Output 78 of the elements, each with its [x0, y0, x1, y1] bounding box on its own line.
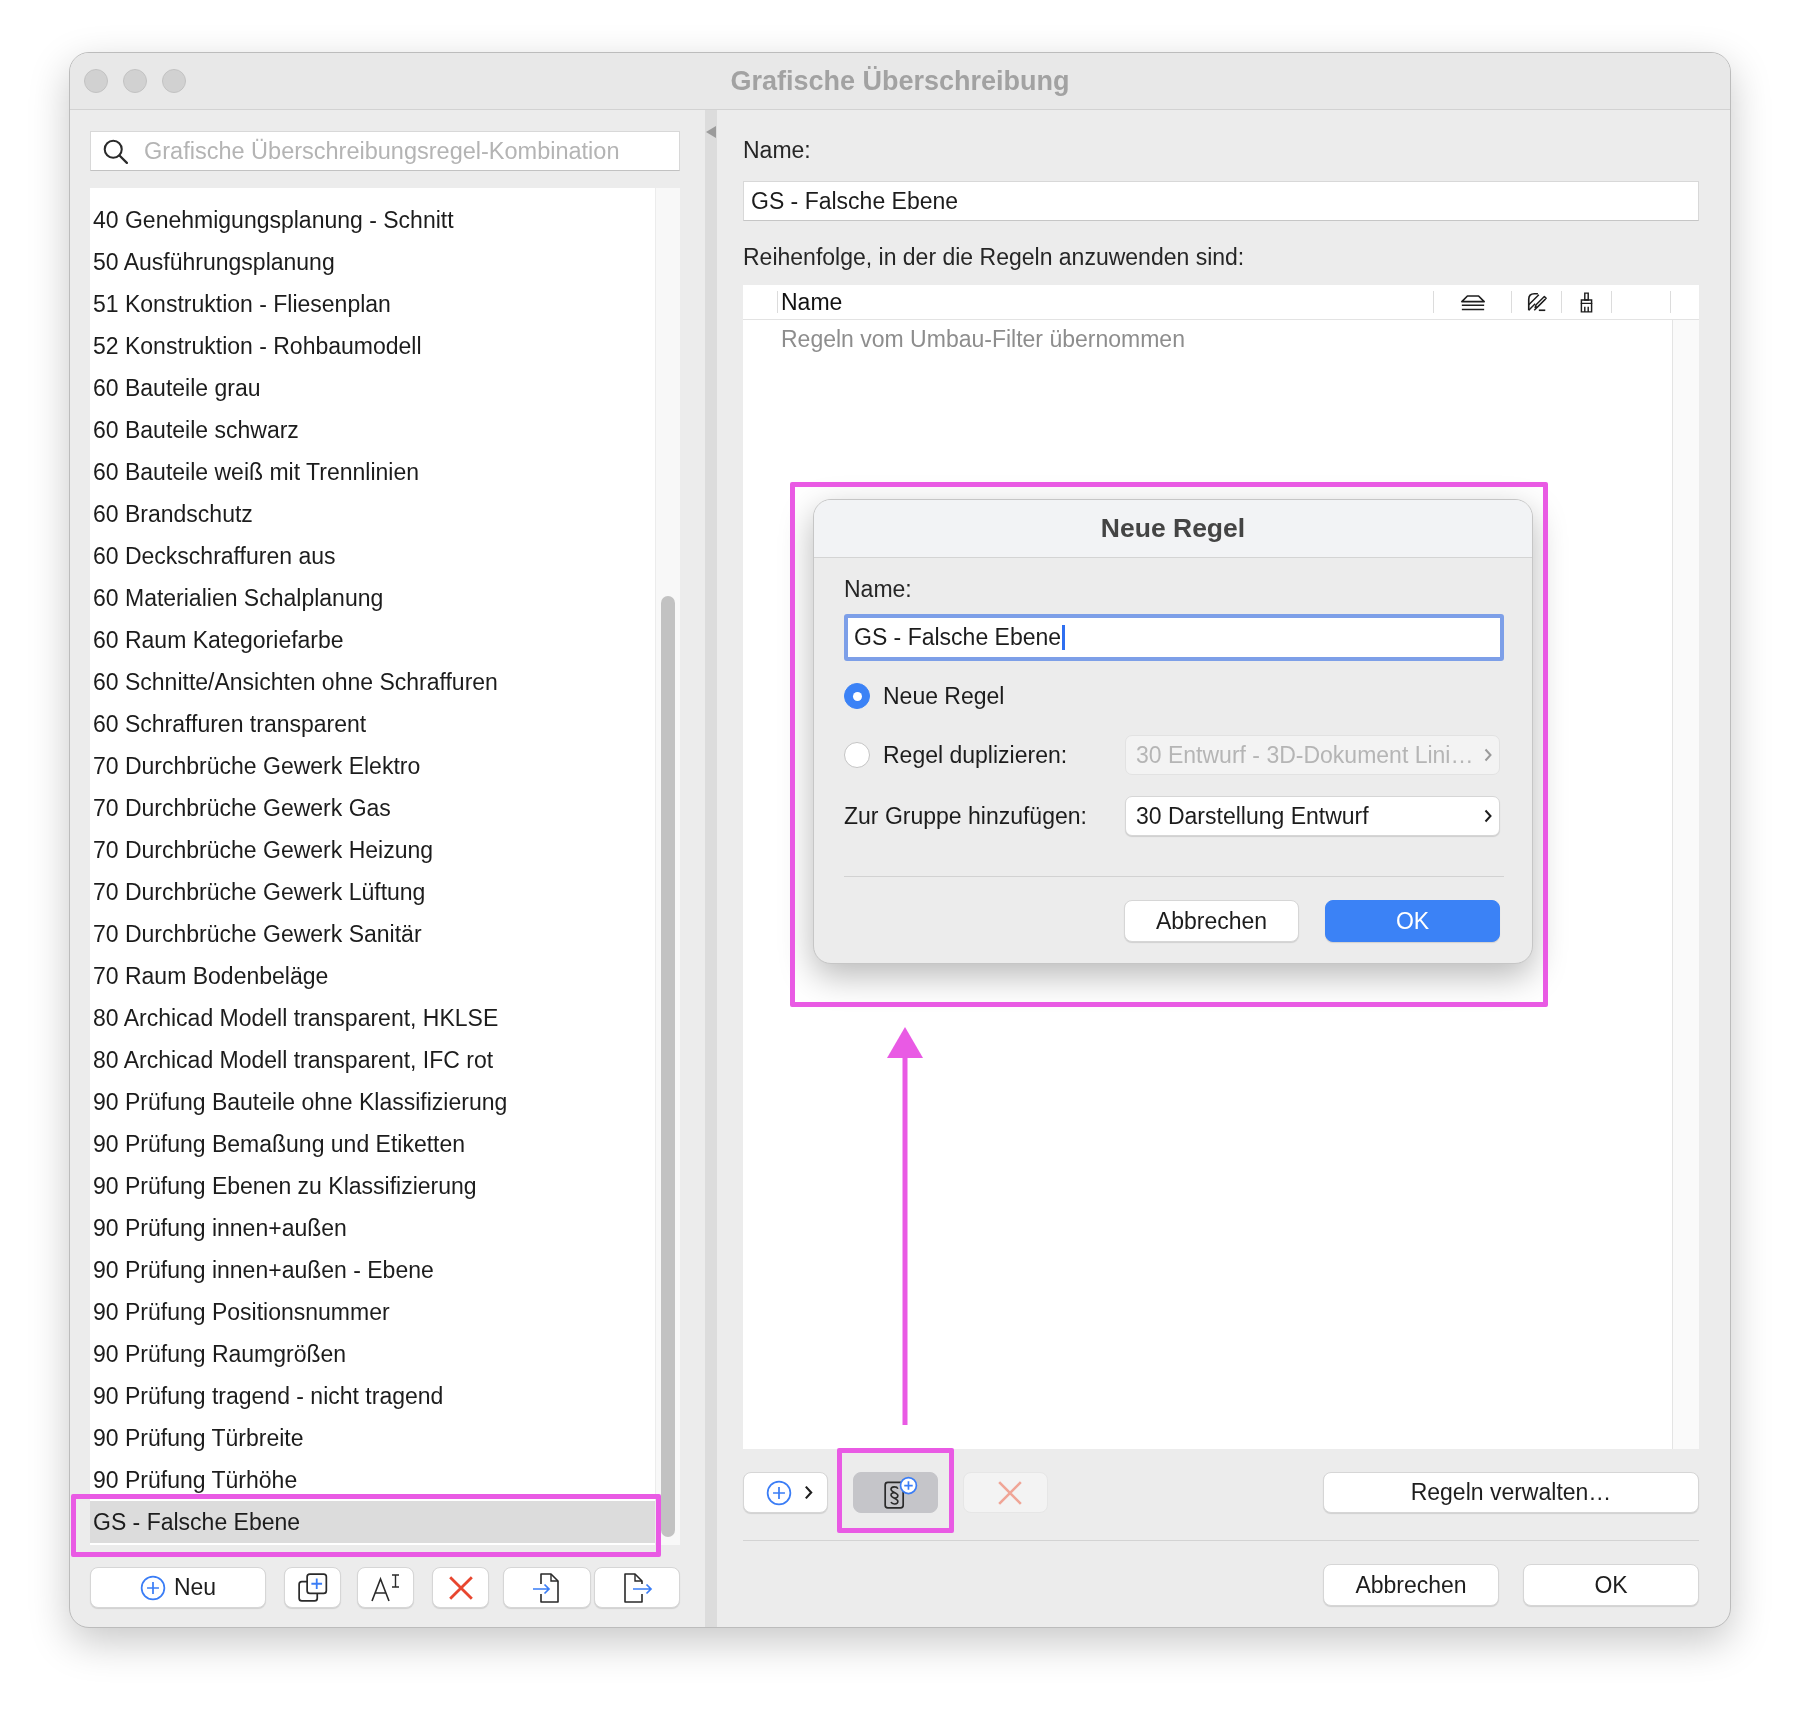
cancel-button[interactable]: Abbrechen — [1124, 900, 1299, 942]
rename-button[interactable] — [357, 1567, 414, 1608]
cross-icon — [447, 1574, 474, 1601]
delete-button[interactable] — [432, 1567, 489, 1608]
list-item[interactable]: 90 Prüfung innen+außen - Ebene — [90, 1249, 655, 1291]
radio-button[interactable] — [844, 683, 870, 709]
list-item[interactable]: 70 Durchbrüche Gewerk Sanitär — [90, 913, 655, 955]
duplicate-icon — [296, 1571, 329, 1604]
list-item[interactable]: 60 Schraffuren transparent — [90, 703, 655, 745]
duplicate-button[interactable] — [284, 1567, 341, 1608]
ok-button[interactable]: OK — [1325, 900, 1500, 942]
list-item[interactable]: 80 Archicad Modell transparent, HKLSE — [90, 997, 655, 1039]
list-item[interactable]: 40 Genehmigungsplanung - Schnitt — [90, 199, 655, 241]
search-icon — [103, 138, 128, 164]
list-item[interactable]: 70 Durchbrüche Gewerk Gas — [90, 787, 655, 829]
plus-circle-icon — [766, 1479, 792, 1506]
list-item[interactable]: 70 Durchbrüche Gewerk Lüftung — [90, 871, 655, 913]
radio-button[interactable] — [844, 742, 870, 768]
radio-label[interactable]: Regel duplizieren: — [883, 741, 1068, 769]
list-item[interactable]: 70 Durchbrüche Gewerk Elektro — [90, 745, 655, 787]
dialog-title: Neue Regel — [1100, 513, 1246, 544]
list-item[interactable]: 90 Prüfung Raumgrößen — [90, 1333, 655, 1375]
list-item[interactable]: 70 Durchbrüche Gewerk Heizung — [90, 829, 655, 871]
list-item[interactable]: 90 Prüfung Türbreite — [90, 1417, 655, 1459]
column-header[interactable]: Name — [778, 288, 843, 316]
radio-label[interactable]: Neue Regel — [883, 682, 1005, 710]
list-item[interactable]: 60 Deckschraffuren aus — [90, 535, 655, 577]
name-field[interactable]: GS - Falsche Ebene — [743, 181, 1699, 221]
new-button[interactable]: Neu — [90, 1567, 266, 1608]
list-item[interactable]: 90 Prüfung Positionsnummer — [90, 1291, 655, 1333]
list-item[interactable]: 90 Prüfung Bemaßung und Etiketten — [90, 1123, 655, 1165]
list-item[interactable]: 90 Prüfung Ebenen zu Klassifizierung — [90, 1165, 655, 1207]
ok-button[interactable]: OK — [1523, 1564, 1699, 1606]
import-button[interactable] — [503, 1567, 591, 1608]
scrollbar-thumb[interactable] — [661, 596, 675, 1537]
group-popup-button[interactable]: 30 Darstellung Entwurf — [1125, 796, 1500, 836]
name-input-field[interactable]: GS - Falsche Ebene — [844, 614, 1504, 661]
hatch-pencil-icon[interactable] — [1525, 291, 1548, 313]
group-label: Zur Gruppe hinzufügen: — [844, 802, 1088, 830]
cross-icon — [996, 1479, 1023, 1506]
list-item[interactable]: 80 Archicad Modell transparent, IFC rot — [90, 1039, 655, 1081]
name-label: Name: — [743, 138, 811, 162]
list-item[interactable]: 90 Prüfung tragend - nicht tragend — [90, 1375, 655, 1417]
name-label: Name: — [844, 577, 912, 601]
list-item[interactable]: 60 Materialien Schalplanung — [90, 577, 655, 619]
brush-icon[interactable] — [1578, 290, 1595, 314]
list-item[interactable]: 90 Prüfung innen+außen — [90, 1207, 655, 1249]
list-item[interactable]: 60 Bauteile schwarz — [90, 409, 655, 451]
add-rule-menu-button[interactable] — [743, 1472, 828, 1513]
chevron-icon — [804, 1485, 813, 1500]
chevron-icon — [1484, 809, 1492, 823]
document-arrow-out-icon — [621, 1571, 653, 1604]
export-button[interactable] — [594, 1567, 680, 1608]
paragraph-plus-icon — [881, 1475, 918, 1510]
list-item[interactable]: 51 Konstruktion - Fliesenplan — [90, 283, 655, 325]
search-field[interactable]: Grafische Überschreibungsregel-Kombination — [90, 131, 680, 171]
group-row-text: Regeln vom Umbau-Filter übernommen — [780, 324, 1186, 354]
list-item[interactable]: 90 Prüfung Türhöhe — [90, 1459, 655, 1501]
list-item[interactable]: 60 Bauteile grau — [90, 367, 655, 409]
list-item[interactable]: 60 Schnitte/Ansichten ohne Schraffuren — [90, 661, 655, 703]
list-item[interactable]: GS - Falsche Ebene — [90, 1501, 655, 1543]
list-item[interactable]: 70 Raum Bodenbeläge — [90, 955, 655, 997]
surface-lines-icon[interactable] — [1459, 292, 1486, 312]
text-cursor-icon — [369, 1571, 402, 1604]
order-label: Reihenfolge, in der die Regeln anzuwenden sind: — [743, 245, 1245, 269]
collapse-triangle-icon[interactable] — [706, 126, 716, 138]
cancel-button[interactable]: Abbrechen — [1323, 1564, 1499, 1606]
list-item[interactable]: 52 Konstruktion - Rohbaumodell — [90, 325, 655, 367]
chevron-icon — [1484, 748, 1492, 762]
add-paragraph-button[interactable] — [853, 1472, 938, 1513]
window-title: Grafische Überschreibung — [730, 65, 1070, 97]
list-item[interactable]: 90 Prüfung Bauteile ohne Klassifizierung — [90, 1081, 655, 1123]
list-item[interactable]: 60 Raum Kategoriefarbe — [90, 619, 655, 661]
list-item[interactable]: 60 Brandschutz — [90, 493, 655, 535]
manage-rules-button[interactable]: Regeln verwalten… — [1323, 1472, 1699, 1513]
plus-circle-icon — [139, 1574, 166, 1601]
list-item[interactable]: 60 Bauteile weiß mit Trennlinien — [90, 451, 655, 493]
list-item[interactable]: 50 Ausführungsplanung — [90, 241, 655, 283]
